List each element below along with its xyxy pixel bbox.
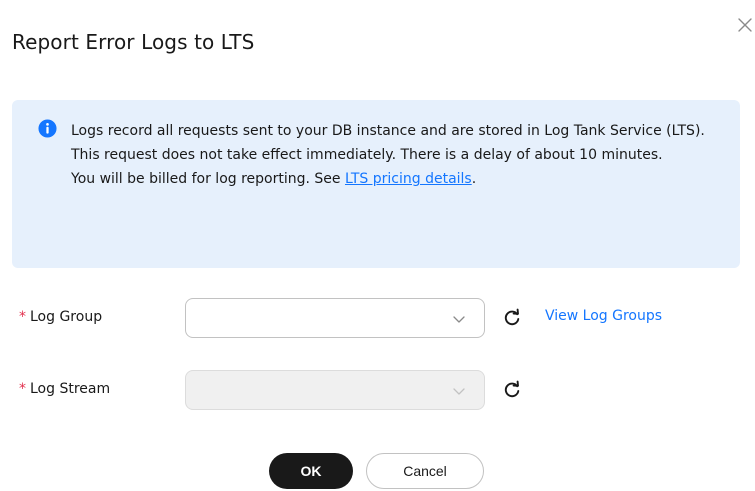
info-line-3-suffix: . — [471, 171, 477, 187]
log-stream-label-text: Log Stream — [30, 381, 111, 397]
log-stream-label: * Log Stream — [19, 381, 110, 397]
log-group-select[interactable] — [185, 298, 485, 338]
log-group-row: * Log Group View Log Groups — [0, 298, 755, 338]
info-icon — [38, 119, 57, 138]
chevron-down-icon — [453, 316, 465, 323]
lts-pricing-link[interactable]: LTS pricing details — [345, 171, 472, 187]
log-group-label-text: Log Group — [30, 309, 103, 325]
view-log-groups-link[interactable]: View Log Groups — [545, 308, 662, 324]
refresh-icon[interactable] — [502, 380, 522, 400]
close-icon — [738, 18, 752, 32]
info-message: Logs record all requests sent to your DB… — [71, 119, 721, 191]
log-group-label: * Log Group — [19, 309, 102, 325]
log-stream-select[interactable] — [185, 370, 485, 410]
info-alert: Logs record all requests sent to your DB… — [12, 100, 740, 268]
dialog-title: Report Error Logs to LTS — [12, 30, 255, 54]
info-line-3: You will be billed for log reporting. Se… — [71, 167, 721, 191]
chevron-down-icon — [453, 388, 465, 395]
ok-button[interactable]: OK — [269, 453, 353, 489]
cancel-button[interactable]: Cancel — [366, 453, 484, 489]
required-mark: * — [19, 381, 26, 397]
info-line-1: Logs record all requests sent to your DB… — [71, 123, 705, 139]
log-stream-row: * Log Stream — [0, 370, 755, 410]
report-error-logs-dialog: Report Error Logs to LTS Logs record all… — [0, 0, 755, 491]
info-line-2: This request does not take effect immedi… — [71, 147, 663, 163]
required-mark: * — [19, 309, 26, 325]
info-line-3-prefix: You will be billed for log reporting. Se… — [71, 171, 345, 187]
refresh-icon[interactable] — [502, 308, 522, 328]
close-button[interactable] — [736, 16, 754, 34]
